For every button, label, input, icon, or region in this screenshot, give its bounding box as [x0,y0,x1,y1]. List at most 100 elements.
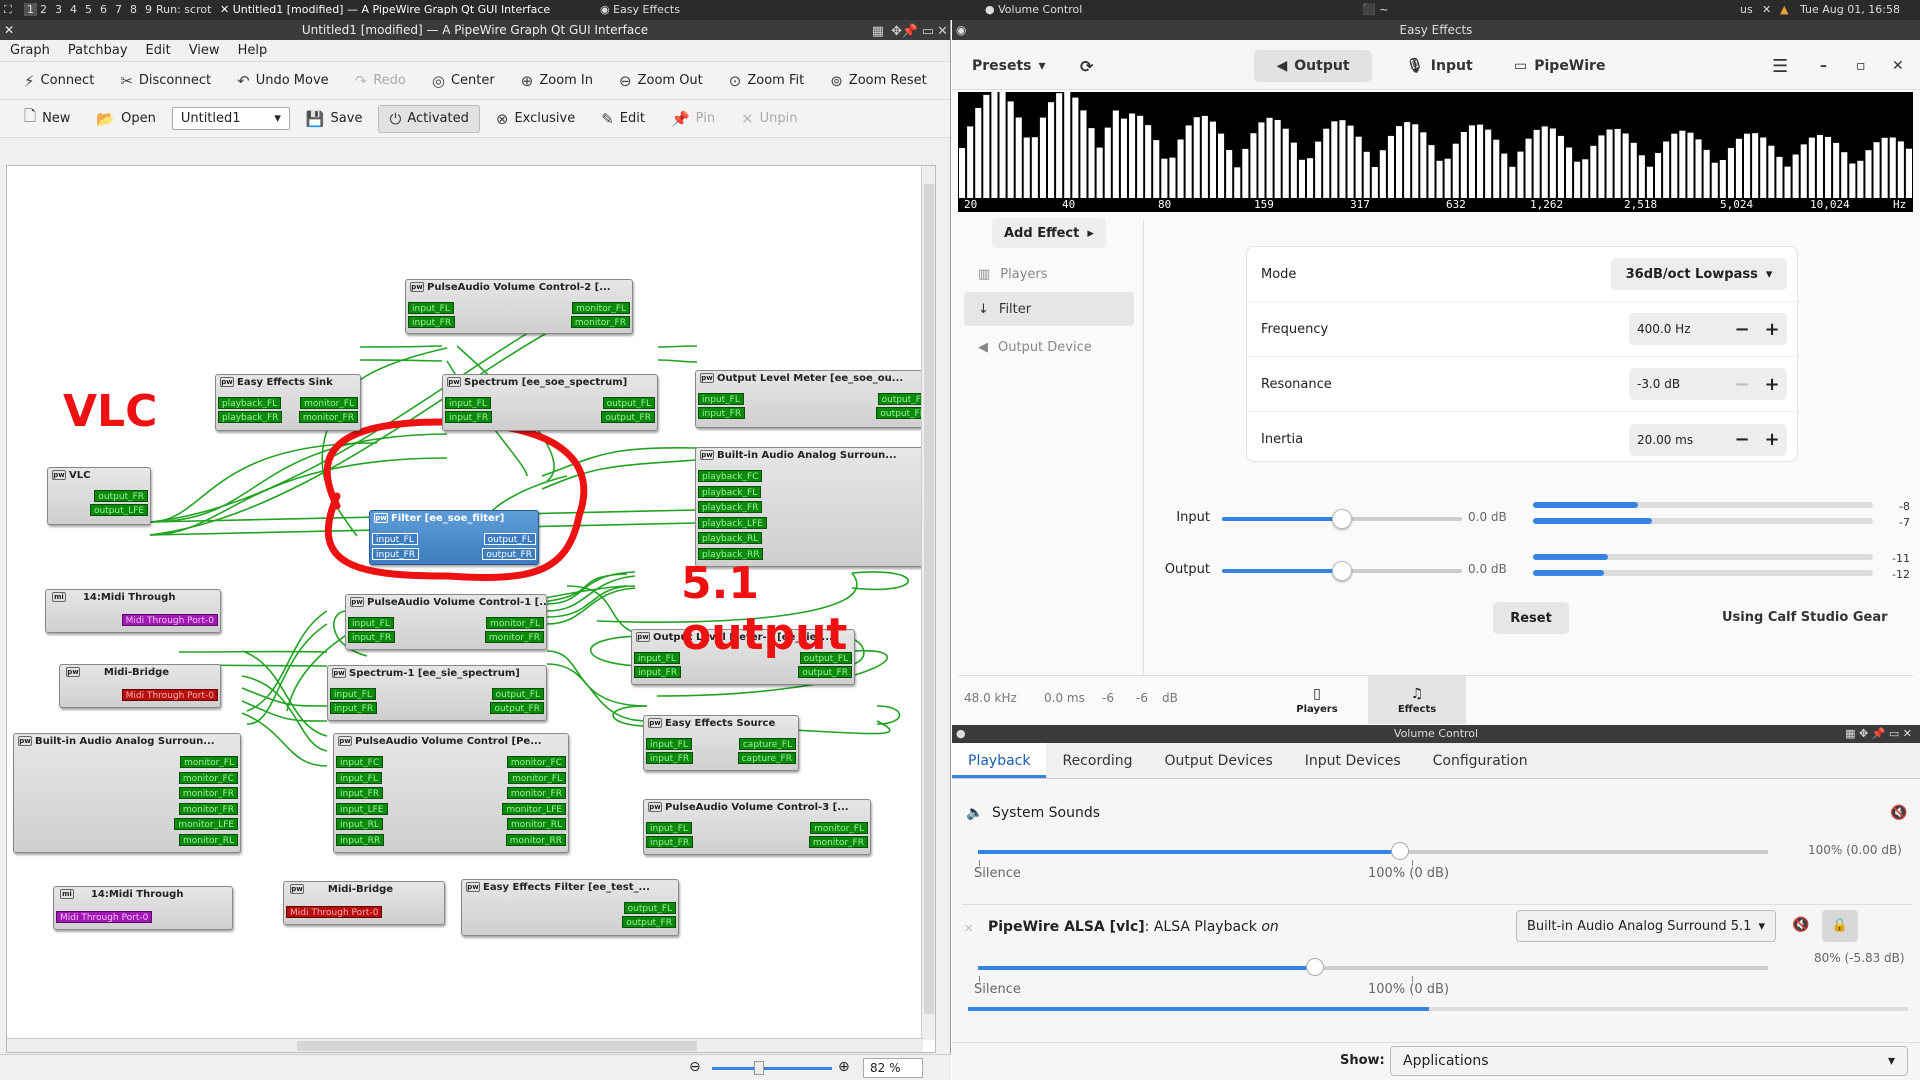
zoom-in-small-icon[interactable]: ⊕ [838,1059,850,1075]
port-in[interactable]: input_FR [698,407,746,419]
workspace-1[interactable]: 1 [24,3,37,16]
node-pavc1[interactable]: pw PulseAudio Volume Control-1 [... input… [345,594,547,650]
port-in[interactable]: input_RR [336,834,385,846]
node-pavc3[interactable]: pw PulseAudio Volume Control-3 [... input… [643,799,871,855]
port-out[interactable]: capture_FL [738,738,796,750]
node-midi-through-2[interactable]: mi 14:Midi Through Midi Through Port-0 [53,886,233,930]
port-in[interactable]: input_FR [646,752,694,764]
port-out[interactable]: capture_FR [737,752,796,764]
menu-patchbay[interactable]: Patchbay [68,43,128,58]
wire[interactable] [657,345,698,348]
vc-titlebar[interactable]: ● Volume Control ▦ ✥ 📌 ▭ ✕ [952,725,1920,743]
port-out[interactable]: output_FL [623,902,676,914]
inertia-value[interactable]: 20.00 ms [1629,433,1727,447]
port-out[interactable]: output_FL [483,533,536,545]
minimize-icon[interactable]: – [1810,50,1837,82]
qpw-titlebar[interactable]: ✕ Untitled1 [modified] — A PipeWire Grap… [0,20,950,40]
menu-view[interactable]: View [189,43,220,58]
network-icon[interactable]: ✕ [1762,3,1771,16]
tab-input[interactable]: 🎙 Input [1396,50,1483,82]
port-in[interactable]: input_FL [634,652,680,664]
increment-button[interactable]: + [1757,319,1787,340]
port-out[interactable]: output_FR [94,490,148,502]
close-icon[interactable]: ✕ [937,22,948,42]
task-volume-control[interactable]: ● Volume Control [985,3,1082,16]
task-easyeffects[interactable]: ◉ Easy Effects [600,3,680,16]
vertical-scrollbar[interactable] [921,166,935,1040]
port-in[interactable]: input_FR [646,836,694,848]
system-sounds-slider[interactable] [978,842,1768,860]
workspace-4[interactable]: 4 [70,3,77,16]
node-ee-source[interactable]: pw Easy Effects Source input_FL input_FR … [643,715,799,771]
workspace-8[interactable]: 8 [130,3,137,16]
port-out[interactable]: monitor_FL [810,822,868,834]
presets-button[interactable]: Presets ▾ [962,50,1056,82]
center-button[interactable]: ◎ Center [422,68,505,94]
frequency-value[interactable]: 400.0 Hz [1629,322,1727,336]
port-out[interactable]: monitor_FC [506,756,566,768]
port-in[interactable]: playback_FL [698,486,762,498]
bottom-tab-players[interactable]: ▯ Players [1268,676,1366,724]
port-in[interactable]: input_RL [336,818,383,830]
wire[interactable] [876,705,901,725]
port-midi[interactable]: Midi Through Port-0 [286,906,383,918]
port-out[interactable]: monitor_FL [508,772,566,784]
port-in[interactable]: playback_FL [218,397,282,409]
port-out[interactable]: monitor_FR [808,836,868,848]
mute-icon[interactable]: 🔇 [1890,805,1907,821]
port-midi[interactable]: Midi Through Port-0 [121,614,218,626]
resonance-spinbox[interactable]: -3.0 dB − + [1629,368,1787,400]
run-label[interactable]: Run: scrot [156,3,211,16]
mute-icon[interactable]: 🔇 [1792,917,1809,933]
node-output-level-meter[interactable]: pw Output Level Meter [ee_soe_ou... input… [695,370,933,428]
increment-button[interactable]: + [1757,374,1787,395]
port-in[interactable]: input_FL [372,533,418,545]
port-in[interactable]: input_LFE [336,803,388,815]
wire[interactable] [149,442,378,523]
tab-configuration[interactable]: Configuration [1417,743,1544,778]
port-in[interactable]: input_FR [330,702,378,714]
wire[interactable] [241,675,328,752]
show-filter-select[interactable]: Applications ▾ [1390,1046,1908,1076]
port-in[interactable]: input_FL [330,688,376,700]
wire[interactable] [657,359,698,363]
reset-button[interactable]: Reset [1493,602,1569,634]
node-builtin-audio-playback[interactable]: pw Built-in Audio Analog Surroun... playb… [695,447,931,567]
port-out[interactable]: monitor_FR [484,631,544,643]
port-out[interactable]: output_FR [490,702,544,714]
tab-output-devices[interactable]: Output Devices [1149,743,1289,778]
port-in[interactable]: input_FR [634,666,682,678]
port-out[interactable]: monitor_FL [486,617,544,629]
add-effect-button[interactable]: Add Effect ▸ [992,218,1106,248]
new-button[interactable]: 🗋 New [14,102,80,135]
warning-icon[interactable]: ▲ [1780,3,1788,16]
port-in[interactable]: input_FC [336,756,384,768]
frequency-spinbox[interactable]: 400.0 Hz − + [1629,313,1787,345]
port-out[interactable]: monitor_FR [506,787,566,799]
output-device-select[interactable]: Built-in Audio Analog Surround 5.1 ▾ [1516,910,1776,942]
node-midi-bridge-1[interactable]: pw Midi-Bridge Midi Through Port-0 [59,664,221,708]
port-out[interactable]: monitor_FR [570,316,630,328]
move-icon[interactable]: ✥ [891,22,902,42]
port-out[interactable]: monitor_LFE [502,803,566,815]
node-vlc[interactable]: pw VLC output_FR output_LFE [47,467,151,525]
zoom-spinbox[interactable]: 82 % [863,1058,923,1078]
port-out[interactable]: output_FR [482,548,536,560]
port-out[interactable]: monitor_RL [507,818,566,830]
wire[interactable] [541,459,698,490]
port-in[interactable]: input_FL [336,772,382,784]
horizontal-scrollbar[interactable] [7,1038,923,1052]
port-in[interactable]: input_FL [445,397,491,409]
node-ee-filter[interactable]: pw Easy Effects Filter [ee_test_... outpu… [461,879,679,936]
resonance-value[interactable]: -3.0 dB [1629,377,1727,391]
keyboard-layout[interactable]: us [1740,3,1753,16]
port-in[interactable]: input_FL [646,822,692,834]
zoom-in-button[interactable]: ⊕ Zoom In [511,68,603,94]
wire[interactable] [612,705,648,727]
node-spectrum-1[interactable]: pw Spectrum-1 [ee_sie_spectrum] input_FL … [327,665,547,721]
port-out[interactable]: output_LFE [89,504,148,516]
port-in[interactable]: input_FR [348,631,396,643]
port-out[interactable]: output_FR [601,411,655,423]
port-out[interactable]: monitor_FR [178,787,238,799]
scrollbar-thumb[interactable] [924,184,934,1014]
